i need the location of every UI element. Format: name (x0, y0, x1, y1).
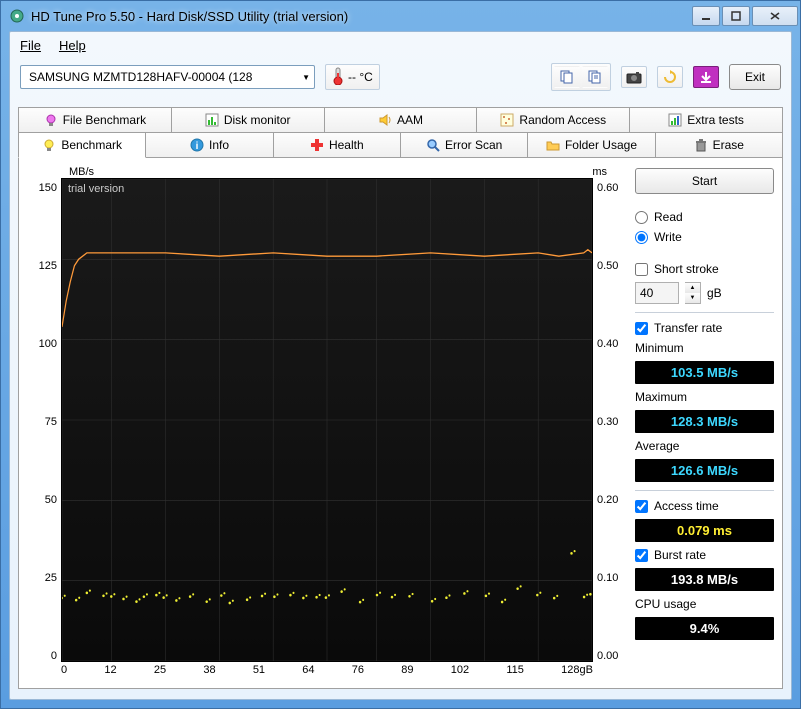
tab-error-scan[interactable]: Error Scan (401, 132, 528, 158)
tab-folder-usage[interactable]: Folder Usage (528, 132, 655, 158)
short-stroke-input[interactable]: 40 (635, 282, 679, 304)
tab-health[interactable]: Health (274, 132, 401, 158)
write-radio[interactable] (635, 231, 648, 244)
x-axis-ticks: 012253851647689102115128gB (61, 662, 593, 680)
burst-rate-label: Burst rate (654, 548, 706, 562)
save-button[interactable] (693, 66, 719, 88)
start-button[interactable]: Start (635, 168, 774, 194)
cpu-usage-label: CPU usage (635, 597, 774, 611)
info-icon: i (190, 138, 204, 152)
speaker-icon (378, 113, 392, 127)
y2-axis-ticks: 0.600.500.400.300.200.100.00 (593, 178, 627, 680)
folder-icon (546, 138, 560, 152)
toolbar: SAMSUNG MZMTD128HAFV-00004 (128 ▼ -- °C … (10, 57, 791, 97)
tab-info[interactable]: iInfo (146, 132, 273, 158)
magnify-icon (426, 138, 440, 152)
tab-extra-tests[interactable]: Extra tests (630, 107, 783, 133)
extra-icon (668, 113, 682, 127)
short-stroke-spinner[interactable]: ▲▼ (685, 282, 701, 304)
minimum-label: Minimum (635, 341, 774, 355)
average-value: 126.6 MB/s (635, 459, 774, 482)
tab-aam[interactable]: AAM (325, 107, 478, 133)
benchmark-chart: trial version (61, 178, 593, 662)
dropdown-icon: ▼ (302, 73, 310, 82)
access-time-label: Access time (654, 499, 719, 513)
cpu-usage-value: 9.4% (635, 617, 774, 640)
menu-file[interactable]: File (20, 38, 41, 53)
maximum-label: Maximum (635, 390, 774, 404)
transfer-rate-label: Transfer rate (654, 321, 722, 335)
svg-text:i: i (196, 141, 199, 152)
average-label: Average (635, 439, 774, 453)
maximum-value: 128.3 MB/s (635, 410, 774, 433)
bulb-pink-icon (44, 113, 58, 127)
device-select[interactable]: SAMSUNG MZMTD128HAFV-00004 (128 ▼ (20, 65, 315, 89)
temperature-display: -- °C (325, 64, 380, 90)
tab-erase[interactable]: Erase (656, 132, 783, 158)
tab-disk-monitor[interactable]: Disk monitor (172, 107, 325, 133)
refresh-button[interactable] (657, 66, 683, 88)
short-stroke-label: Short stroke (654, 262, 719, 276)
burst-rate-value: 193.8 MB/s (635, 568, 774, 591)
tab-random-access[interactable]: Random Access (477, 107, 630, 133)
copy-group (551, 63, 611, 91)
minimize-button[interactable] (692, 6, 720, 26)
y2-axis-label: ms (592, 166, 617, 178)
random-icon (500, 113, 514, 127)
screenshot-button[interactable] (621, 66, 647, 88)
access-time-checkbox[interactable] (635, 500, 648, 513)
titlebar: HD Tune Pro 5.50 - Hard Disk/SSD Utility… (1, 1, 800, 31)
exit-button[interactable]: Exit (729, 64, 781, 90)
window-title: HD Tune Pro 5.50 - Hard Disk/SSD Utility… (31, 9, 692, 24)
app-icon (9, 8, 25, 24)
read-radio[interactable] (635, 211, 648, 224)
tab-file-benchmark[interactable]: File Benchmark (18, 107, 172, 133)
device-select-text: SAMSUNG MZMTD128HAFV-00004 (128 (29, 70, 302, 84)
temperature-value: -- °C (348, 70, 373, 84)
side-panel: Start Read Write Short stroke 40 ▲▼ gB T… (635, 166, 774, 680)
bulb-yellow-icon (42, 138, 56, 152)
plus-red-icon (310, 138, 324, 152)
menu-help[interactable]: Help (59, 38, 86, 53)
copy-info-button[interactable] (582, 66, 608, 88)
read-label: Read (654, 210, 683, 224)
close-button[interactable] (752, 6, 798, 26)
short-stroke-unit: gB (707, 286, 722, 300)
bars-green-icon (205, 113, 219, 127)
trash-icon (694, 138, 708, 152)
transfer-rate-checkbox[interactable] (635, 322, 648, 335)
y-axis-ticks: 1501251007550250 (27, 178, 61, 680)
copy-data-button[interactable] (554, 66, 580, 88)
thermometer-icon (332, 67, 344, 88)
access-time-value: 0.079 ms (635, 519, 774, 542)
short-stroke-checkbox[interactable] (635, 263, 648, 276)
y-axis-label: MB/s (69, 166, 94, 178)
tab-benchmark[interactable]: Benchmark (18, 132, 146, 158)
maximize-button[interactable] (722, 6, 750, 26)
write-label: Write (654, 230, 682, 244)
minimum-value: 103.5 MB/s (635, 361, 774, 384)
menubar: File Help (10, 34, 791, 57)
burst-rate-checkbox[interactable] (635, 549, 648, 562)
